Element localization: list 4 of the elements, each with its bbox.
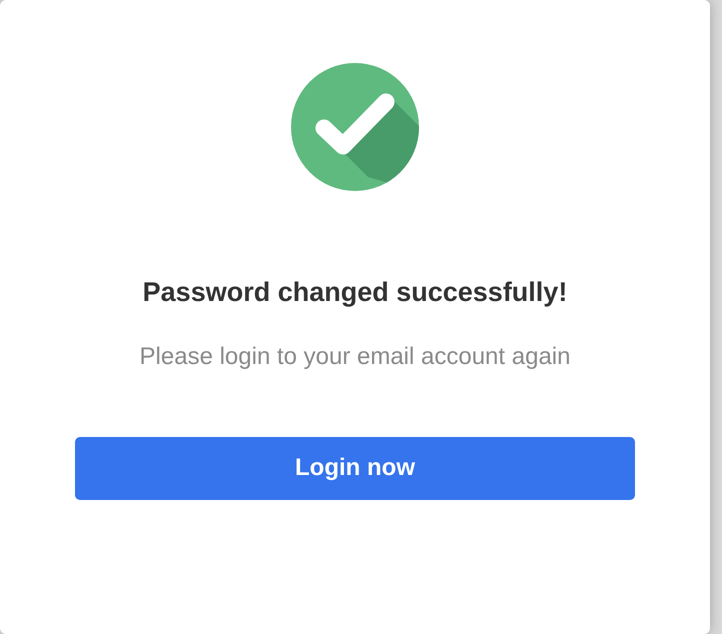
dialog-message: Please login to your email account again [140,342,570,372]
check-icon [290,62,420,192]
login-button[interactable]: Login now [75,436,635,500]
dialog-title: Password changed successfully! [142,276,568,309]
